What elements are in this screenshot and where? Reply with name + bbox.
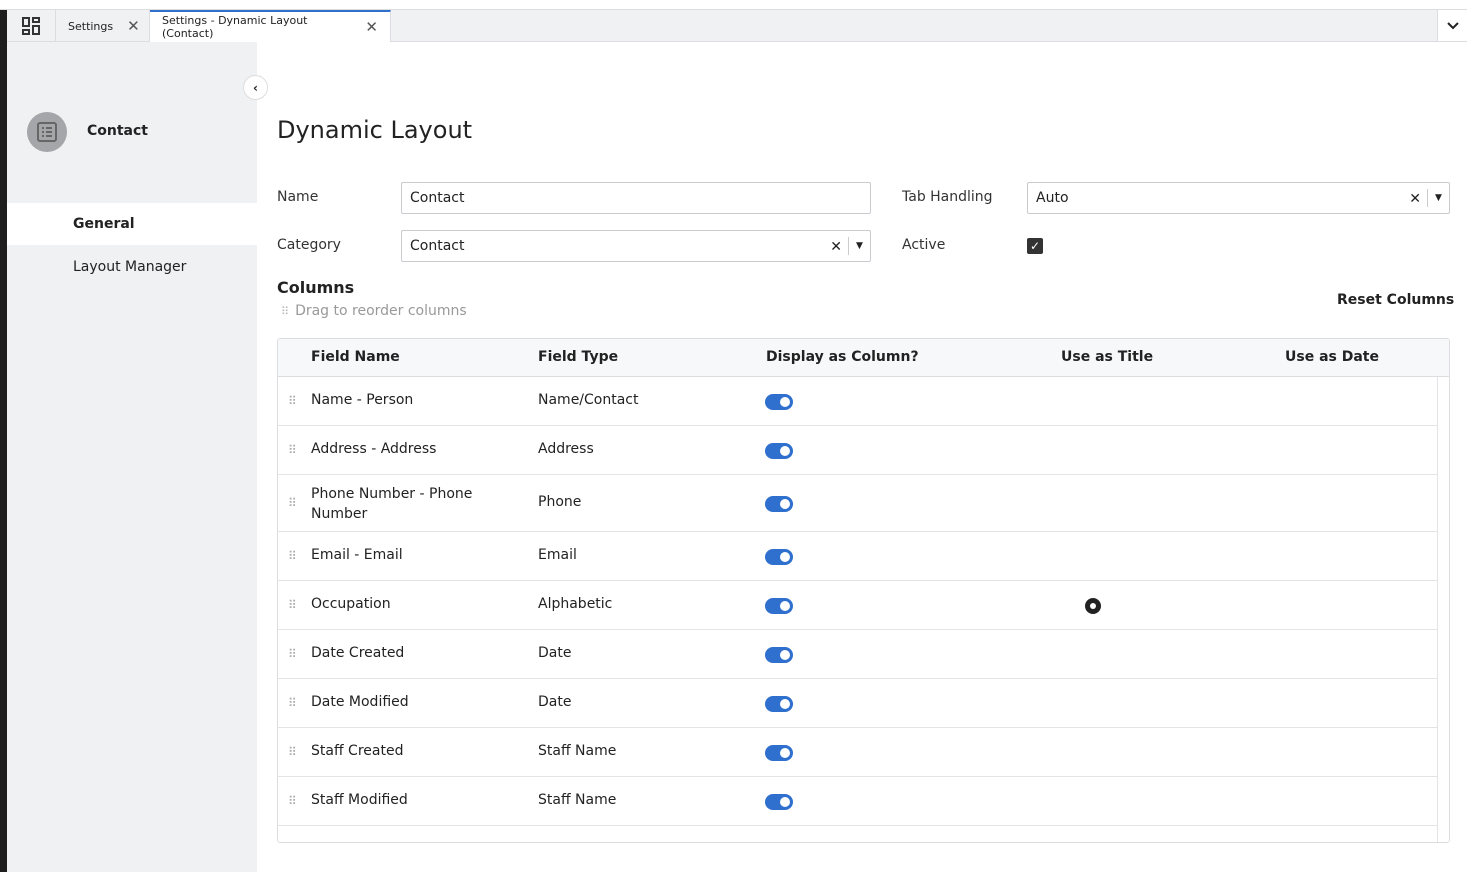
drag-handle-icon[interactable]: ⠿ — [288, 443, 297, 457]
columns-table: Field Name Field Type Display as Column?… — [277, 338, 1450, 843]
sidebar-item-general[interactable]: General — [7, 203, 257, 245]
category-label: Category — [277, 237, 341, 253]
category-value: Contact — [410, 238, 465, 254]
field-name: Phone Number - Phone Number — [311, 485, 473, 522]
table-row[interactable]: ⠿ Address - Address Address — [278, 426, 1438, 475]
active-label: Active — [902, 237, 946, 253]
drag-handle-icon[interactable]: ⠿ — [288, 647, 297, 661]
tab-dynamic-layout[interactable]: Settings - Dynamic Layout (Contact) ✕ — [150, 10, 391, 42]
field-type: Date — [538, 644, 572, 661]
field-name: Staff Created — [311, 742, 404, 759]
drag-handle-icon[interactable]: ⠿ — [288, 696, 297, 710]
field-name: Email - Email — [311, 546, 403, 563]
drag-handle-icon[interactable]: ⠿ — [288, 745, 297, 759]
display-toggle[interactable] — [765, 442, 793, 459]
drag-handle-icon[interactable]: ⠿ — [288, 598, 297, 612]
use-as-title-radio[interactable] — [1085, 597, 1101, 614]
table-row[interactable]: ⠿ Date Created Date — [278, 630, 1438, 679]
tab-label: Settings - Dynamic Layout (Contact) — [162, 14, 308, 40]
tab-settings[interactable]: Settings ✕ — [56, 10, 150, 42]
caret-down-icon[interactable]: ▼ — [848, 237, 870, 255]
close-icon[interactable]: ✕ — [365, 18, 378, 36]
field-name: Occupation — [311, 595, 391, 612]
drag-hint: ⠿ Drag to reorder columns — [281, 303, 467, 319]
field-name: Date Created — [311, 644, 405, 661]
display-toggle[interactable] — [765, 744, 793, 761]
table-row[interactable]: ⠿ Name - Person Name/Contact — [278, 377, 1438, 426]
drag-handle-icon[interactable]: ⠿ — [288, 549, 297, 563]
tab-handling-label: Tab Handling — [902, 189, 993, 205]
table-row[interactable]: ⠿ Email - Email Email — [278, 532, 1438, 581]
drag-handle-icon[interactable]: ⠿ — [288, 394, 297, 408]
sidebar-item-layout-manager[interactable]: Layout Manager — [7, 246, 257, 288]
table-row[interactable]: ⠿ Phone Number - Phone Number Phone — [278, 475, 1438, 532]
display-toggle[interactable] — [765, 793, 793, 810]
active-checkbox[interactable]: ✓ — [1027, 238, 1043, 254]
table-row[interactable]: ⠿ Date Modified Date — [278, 679, 1438, 728]
table-row[interactable]: ⠿ Staff Modified Staff Name — [278, 777, 1438, 826]
display-toggle[interactable] — [765, 695, 793, 712]
sidebar-item-label: General — [73, 216, 135, 232]
display-toggle[interactable] — [765, 548, 793, 565]
name-label: Name — [277, 189, 319, 205]
sidebar-item-label: Layout Manager — [73, 259, 187, 275]
field-type: Phone — [538, 493, 582, 510]
reset-columns-button[interactable]: Reset Columns — [1337, 292, 1454, 308]
list-icon — [27, 112, 67, 152]
header-display: Display as Column? — [766, 349, 919, 365]
name-input[interactable]: Contact — [401, 182, 871, 214]
sidebar-title: Contact — [87, 123, 148, 139]
field-name: Address - Address — [311, 440, 437, 457]
tab-label: Settings — [68, 19, 114, 33]
display-toggle[interactable] — [765, 495, 793, 512]
drag-handle-icon[interactable]: ⠿ — [288, 794, 297, 808]
sidebar: Contact General Layout Manager — [7, 42, 257, 872]
caret-down-icon[interactable]: ▼ — [1427, 189, 1449, 207]
field-type: Name/Contact — [538, 391, 639, 408]
tab-bar: Settings ✕ Settings - Dynamic Layout (Co… — [7, 10, 1467, 42]
name-value: Contact — [410, 190, 465, 206]
table-row[interactable]: ⠿ Occupation Alphabetic — [278, 581, 1438, 630]
header-date: Use as Date — [1285, 349, 1379, 365]
display-toggle[interactable] — [765, 597, 793, 614]
field-type: Address — [538, 440, 594, 457]
drag-handle-icon: ⠿ — [281, 305, 290, 318]
field-name: Date Modified — [311, 693, 409, 710]
drag-handle-icon[interactable]: ⠿ — [288, 496, 297, 510]
header-field-name: Field Name — [311, 349, 400, 365]
clear-icon[interactable]: ✕ — [1409, 191, 1421, 207]
header-field-type: Field Type — [538, 349, 619, 365]
header-title: Use as Title — [1061, 349, 1154, 365]
tab-handling-select[interactable]: Auto ✕ ▼ — [1027, 182, 1450, 214]
field-name: Name - Person — [311, 391, 414, 408]
page-title: Dynamic Layout — [277, 116, 473, 144]
field-type: Email — [538, 546, 577, 563]
display-toggle[interactable] — [765, 393, 793, 410]
field-type: Date — [538, 693, 572, 710]
field-type: Staff Name — [538, 791, 617, 808]
field-type: Staff Name — [538, 742, 617, 759]
table-row[interactable]: ⠿ Staff Created Staff Name — [278, 728, 1438, 777]
tab-handling-value: Auto — [1036, 190, 1069, 206]
scrollbar[interactable] — [1437, 377, 1449, 842]
top-strip — [0, 0, 1467, 10]
close-icon[interactable]: ✕ — [127, 17, 140, 35]
window-edge — [0, 10, 7, 872]
columns-title: Columns — [277, 278, 355, 297]
display-toggle[interactable] — [765, 646, 793, 663]
collapse-sidebar-button[interactable]: ‹ — [243, 75, 268, 100]
table-header: Field Name Field Type Display as Column?… — [278, 339, 1449, 377]
field-type: Alphabetic — [538, 595, 613, 612]
chevron-down-icon[interactable] — [1437, 10, 1467, 41]
field-name: Staff Modified — [311, 791, 408, 808]
apps-grid-icon[interactable] — [7, 10, 56, 41]
drag-hint-text: Drag to reorder columns — [295, 303, 467, 319]
category-select[interactable]: Contact ✕ ▼ — [401, 230, 871, 262]
clear-icon[interactable]: ✕ — [830, 239, 842, 255]
